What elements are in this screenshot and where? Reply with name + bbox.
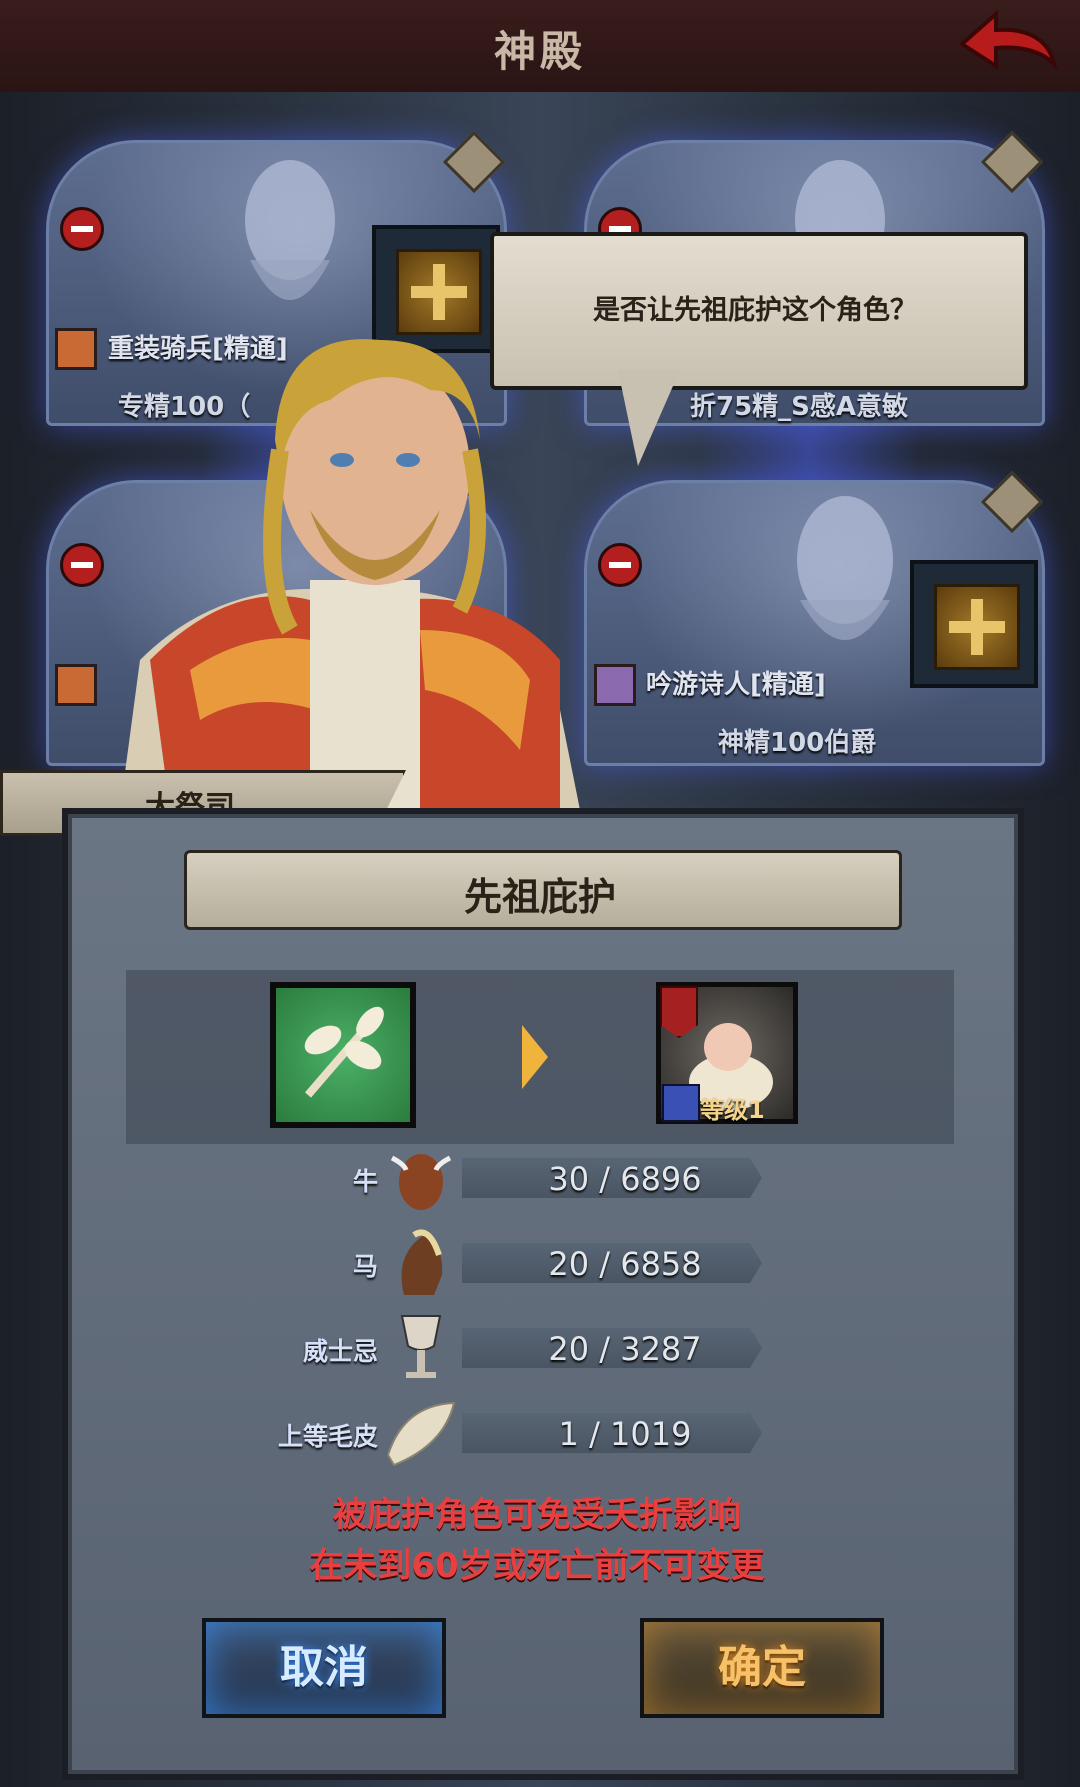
arrow-right-icon bbox=[522, 1025, 548, 1089]
elf-portrait bbox=[245, 160, 335, 300]
resource-label-cow: 牛 bbox=[352, 1167, 378, 1196]
blessing-item-slot[interactable] bbox=[270, 982, 416, 1128]
add-slot-button[interactable] bbox=[910, 560, 1038, 688]
resource-value-whiskey: 20 / 3287 bbox=[548, 1330, 702, 1368]
confirm-button[interactable]: 确定 bbox=[640, 1618, 884, 1718]
resource-label-whiskey: 威士忌 bbox=[302, 1337, 378, 1366]
resource-label-horse: 马 bbox=[352, 1252, 378, 1281]
goblet-icon bbox=[400, 1315, 442, 1378]
horse-icon bbox=[401, 1229, 443, 1295]
card-subtitle: 折75精_S感A意敏 bbox=[690, 392, 909, 422]
dialog-question: 是否让先祖庇护这个角色？ bbox=[593, 295, 917, 326]
remove-button[interactable] bbox=[598, 543, 642, 587]
cancel-button[interactable]: 取消 bbox=[202, 1618, 446, 1718]
resource-value-cow: 30 / 6896 bbox=[548, 1160, 702, 1198]
cow-icon bbox=[390, 1154, 452, 1210]
card-class-name: 吟游诗人[精通] bbox=[646, 670, 826, 700]
resource-value-horse: 20 / 6858 bbox=[548, 1245, 702, 1283]
cancel-button-label: 取消 bbox=[280, 1642, 368, 1693]
branch-leaf-icon bbox=[304, 1006, 384, 1098]
speech-bubble-tail bbox=[618, 370, 680, 466]
lute-class-icon bbox=[594, 664, 636, 706]
warning-note: 被庇护角色可免受夭折影响 bbox=[333, 1495, 741, 1535]
back-arrow-icon[interactable] bbox=[952, 8, 1060, 78]
confirm-button-label: 确定 bbox=[718, 1642, 806, 1693]
resource-label-fur: 上等毛皮 bbox=[277, 1422, 378, 1451]
elf-portrait bbox=[797, 496, 893, 640]
remove-button[interactable] bbox=[60, 207, 104, 251]
target-level: 等级1 bbox=[700, 1096, 765, 1124]
panel-title: 先祖庇护 bbox=[463, 875, 616, 919]
card-subtitle: 神精100伯爵 bbox=[718, 728, 877, 758]
warning-note: 在未到60岁或死亡前不可变更 bbox=[309, 1546, 765, 1586]
fur-icon bbox=[386, 1401, 456, 1467]
high-priest-portrait bbox=[120, 339, 580, 810]
page-title: 神殿 bbox=[493, 27, 586, 76]
sword-class-icon bbox=[662, 1084, 700, 1122]
resource-value-fur: 1 / 1019 bbox=[558, 1415, 692, 1453]
